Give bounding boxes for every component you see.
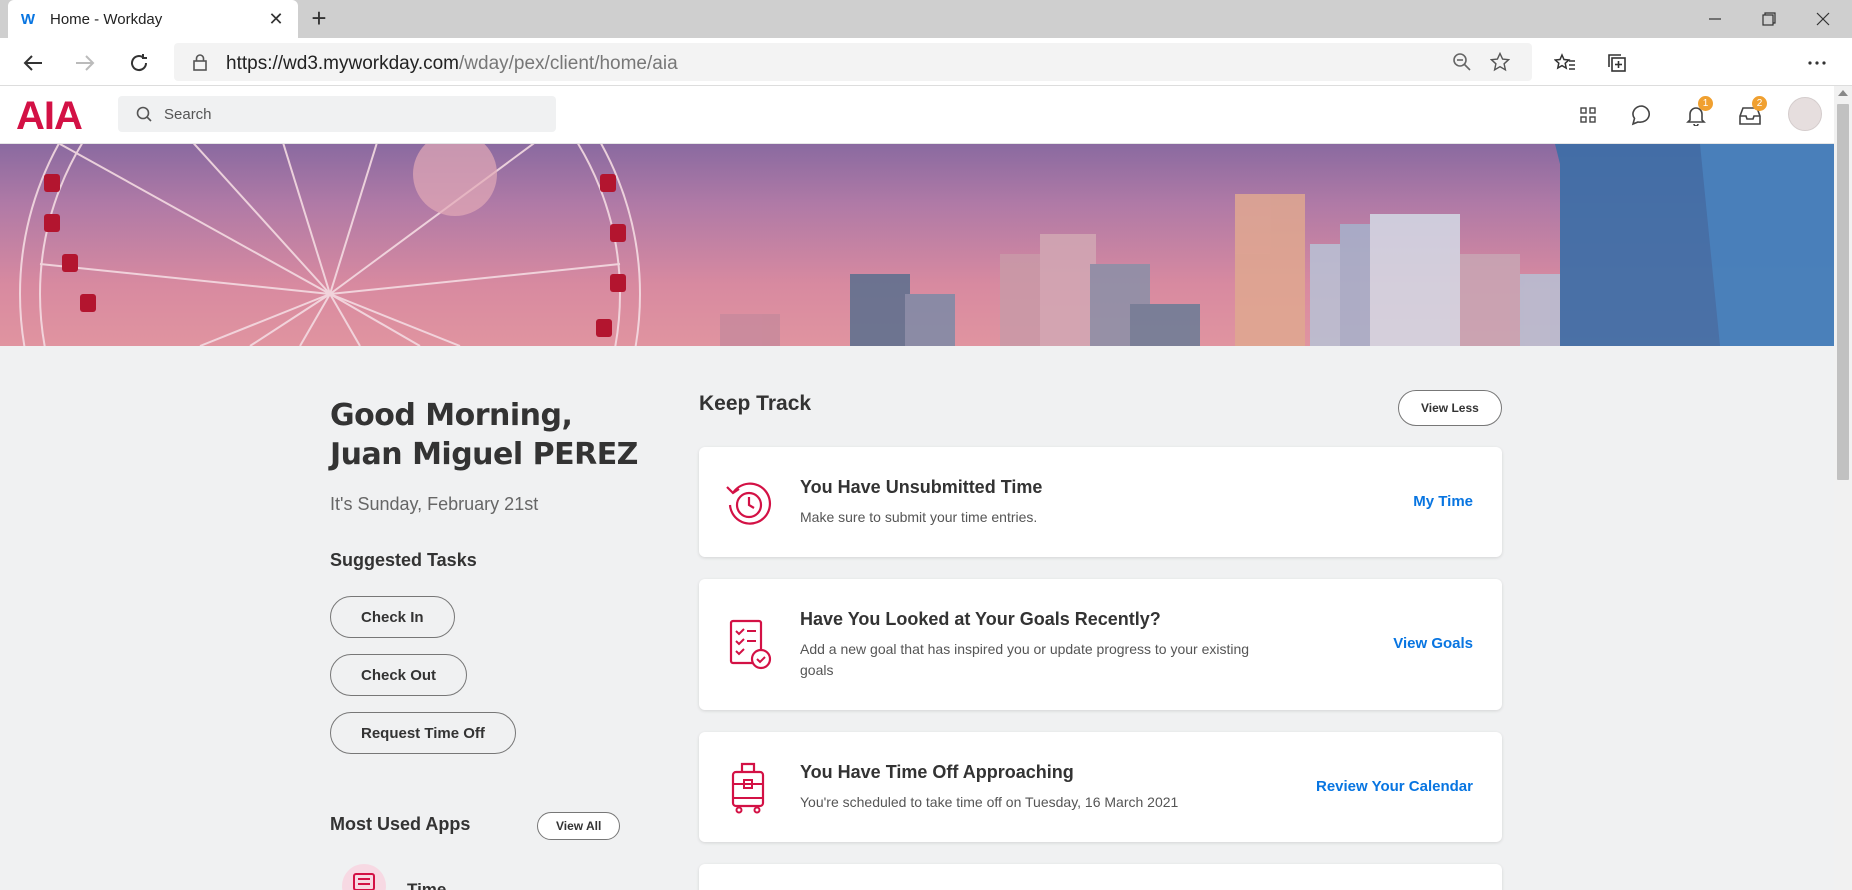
request-time-off-button[interactable]: Request Time Off	[330, 712, 516, 754]
chat-bubble-icon	[1631, 105, 1651, 126]
reload-icon	[131, 54, 148, 72]
workday-header: AIA 1 2	[0, 86, 1834, 144]
user-name: Juan Miguel PEREZ	[330, 437, 638, 472]
forward-arrow-icon	[76, 55, 95, 71]
reload-button[interactable]	[122, 46, 156, 80]
forward-button[interactable]	[68, 46, 102, 80]
goals-checklist-icon	[729, 619, 772, 670]
notifications-button[interactable]: 1	[1681, 96, 1713, 130]
search-input[interactable]	[164, 96, 544, 132]
card-description: You're scheduled to take time off on Tue…	[800, 794, 1179, 810]
apps-grid-button[interactable]	[1573, 100, 1603, 130]
apps-grid-icon	[1580, 107, 1596, 123]
view-less-button[interactable]: View Less	[1398, 390, 1502, 426]
most-used-apps-heading: Most Used Apps	[330, 814, 471, 834]
favorites-button[interactable]	[1548, 46, 1582, 80]
search-bar[interactable]	[118, 96, 556, 132]
inbox-badge: 2	[1752, 96, 1767, 111]
url-text: https://wd3.myworkday.com/wday/pex/clien…	[226, 53, 678, 74]
aia-logo[interactable]: AIA	[16, 96, 83, 136]
close-tab-icon[interactable]: ✕	[266, 9, 286, 30]
collections-icon	[1608, 54, 1626, 72]
profile-avatar[interactable]	[1788, 97, 1822, 131]
card-title: Have You Looked at Your Goals Recently?	[800, 609, 1161, 629]
chat-button[interactable]	[1627, 100, 1657, 130]
browser-tab[interactable]: W Home - Workday ✕	[8, 0, 298, 38]
close-window-button[interactable]	[1796, 0, 1850, 38]
current-date: It's Sunday, February 21st	[330, 494, 539, 514]
favorites-list-icon	[1554, 53, 1575, 70]
suggested-tasks-heading: Suggested Tasks	[330, 550, 477, 570]
time-app-icon[interactable]	[342, 864, 386, 890]
check-out-button[interactable]: Check Out	[330, 654, 468, 696]
collections-button[interactable]	[1600, 46, 1634, 80]
greeting-heading: Good Morning, Juan Miguel PEREZ	[330, 396, 638, 474]
next-card-partial	[699, 864, 1502, 890]
review-calendar-link[interactable]: Review Your Calendar	[1316, 778, 1473, 795]
luggage-icon	[731, 762, 765, 814]
time-clock-icon	[726, 482, 772, 525]
favorite-star-icon[interactable]	[1490, 52, 1510, 72]
hero-banner-image	[0, 144, 1834, 346]
check-in-button[interactable]: Check In	[330, 596, 455, 638]
url-field[interactable]: https://wd3.myworkday.com/wday/pex/clien…	[174, 43, 1532, 81]
card-description: Add a new goal that has inspired you or …	[800, 641, 1250, 678]
unsubmitted-time-card: You Have Unsubmitted Time Make sure to s…	[699, 447, 1502, 557]
goals-card: Have You Looked at Your Goals Recently? …	[699, 579, 1502, 710]
view-all-apps-button[interactable]: View All	[537, 812, 621, 840]
scroll-thumb[interactable]	[1837, 104, 1849, 480]
search-icon	[136, 106, 152, 122]
browser-tab-bar: W Home - Workday ✕ +	[0, 0, 1852, 38]
new-tab-button[interactable]: +	[304, 4, 334, 34]
keep-track-heading: Keep Track	[699, 392, 812, 415]
card-title: You Have Unsubmitted Time	[800, 477, 1043, 497]
restore-window-button[interactable]	[1742, 0, 1796, 38]
inbox-button[interactable]: 2	[1735, 96, 1767, 130]
my-time-link[interactable]: My Time	[1413, 493, 1473, 510]
greeting-line: Good Morning,	[330, 398, 573, 433]
more-dots-icon	[1808, 61, 1826, 65]
browser-address-bar: https://wd3.myworkday.com/wday/pex/clien…	[0, 38, 1852, 86]
page-scrollbar[interactable]	[1834, 86, 1852, 890]
time-app-label[interactable]: Time	[407, 880, 446, 890]
time-off-card: You Have Time Off Approaching You're sch…	[699, 732, 1502, 842]
workday-favicon-icon: W	[20, 10, 36, 28]
notifications-badge: 1	[1698, 96, 1713, 111]
scroll-up-arrow-icon[interactable]	[1838, 90, 1848, 96]
settings-more-button[interactable]	[1800, 46, 1834, 80]
card-description: Make sure to submit your time entries.	[800, 509, 1038, 525]
minimize-window-button[interactable]	[1688, 0, 1742, 38]
card-title: You Have Time Off Approaching	[800, 762, 1074, 782]
lock-icon	[193, 54, 207, 71]
back-arrow-icon	[23, 55, 42, 71]
hong-kong-skyline-illustration	[19, 144, 1834, 346]
zoom-icon[interactable]	[1452, 52, 1472, 72]
tab-title: Home - Workday	[50, 10, 163, 28]
back-button[interactable]	[16, 46, 50, 80]
home-main-content: Good Morning, Juan Miguel PEREZ It's Sun…	[0, 346, 1834, 890]
view-goals-link[interactable]: View Goals	[1393, 635, 1473, 652]
